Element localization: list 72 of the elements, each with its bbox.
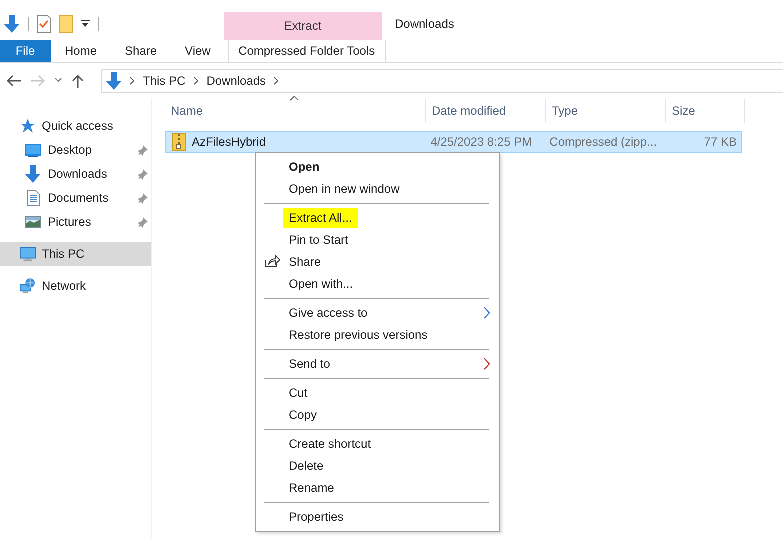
navigation-label: This PC bbox=[42, 247, 85, 261]
window-title: Downloads bbox=[394, 17, 454, 31]
share-icon bbox=[265, 255, 280, 268]
navigation-label: Desktop bbox=[48, 143, 92, 157]
menu-item[interactable]: Give access to bbox=[256, 302, 499, 324]
dropdown-icon[interactable] bbox=[81, 20, 90, 28]
navigation-label: Documents bbox=[48, 191, 109, 205]
menu-item[interactable]: Open bbox=[256, 156, 499, 178]
file-menu-tab[interactable]: File bbox=[0, 40, 51, 62]
pin-icon bbox=[138, 193, 148, 204]
down-arrow-icon bbox=[4, 15, 20, 33]
file-name: AzFilesHybrid bbox=[192, 135, 266, 149]
computer-icon bbox=[20, 246, 36, 262]
navigation-item[interactable]: Documents bbox=[0, 186, 151, 210]
navigation-label: Quick access bbox=[42, 119, 114, 133]
menu-item[interactable]: Pin to Start bbox=[256, 229, 499, 251]
picture-icon bbox=[25, 216, 41, 228]
desktop-icon bbox=[25, 144, 41, 156]
sort-ascending-icon bbox=[290, 96, 299, 101]
navigation-item[interactable]: Quick access bbox=[0, 114, 151, 138]
menu-item[interactable]: Open with... bbox=[256, 273, 499, 295]
contextual-tab-group: Extract bbox=[224, 12, 382, 40]
breadcrumb-item[interactable]: This PC bbox=[143, 74, 186, 88]
ribbon-tab[interactable]: View bbox=[171, 40, 225, 62]
star-icon bbox=[21, 119, 35, 133]
navigation-item[interactable]: This PC bbox=[0, 242, 151, 266]
breadcrumb-item[interactable]: Downloads bbox=[206, 74, 266, 88]
menu-item[interactable]: Copy bbox=[256, 404, 499, 426]
menu-item[interactable]: Send to bbox=[256, 353, 499, 375]
navigation-item[interactable]: Downloads bbox=[0, 162, 151, 186]
type-cell-text: Compressed (zipp... bbox=[548, 134, 658, 151]
column-header[interactable]: Name bbox=[165, 99, 426, 123]
recent-dropdown-icon[interactable] bbox=[55, 78, 62, 83]
menu-item[interactable]: Open in new window bbox=[256, 178, 499, 200]
down-arrow-icon bbox=[106, 72, 122, 90]
column-header[interactable]: Size bbox=[666, 99, 745, 123]
ribbon-tab[interactable]: Home bbox=[51, 40, 112, 62]
pin-icon bbox=[138, 217, 148, 228]
download-arrow-icon bbox=[25, 165, 41, 183]
navigation-item[interactable]: Desktop bbox=[0, 138, 151, 162]
navigation-item[interactable]: Network bbox=[0, 274, 151, 298]
zip-folder-icon bbox=[172, 133, 186, 151]
document-icon bbox=[26, 190, 40, 206]
menu-item[interactable]: Share bbox=[256, 251, 499, 273]
navigation-label: Downloads bbox=[48, 167, 108, 181]
date-modified-cell-text: 4/25/2023 8:25 PM bbox=[430, 134, 534, 151]
menu-item[interactable]: Delete bbox=[256, 455, 499, 477]
checklist-icon bbox=[37, 15, 51, 33]
back-arrow-icon[interactable] bbox=[7, 74, 21, 86]
navigation-item[interactable]: Pictures bbox=[0, 210, 151, 234]
folder-icon bbox=[59, 15, 73, 33]
network-icon bbox=[20, 278, 36, 294]
pin-icon bbox=[138, 145, 148, 156]
pin-icon bbox=[138, 169, 148, 180]
column-header[interactable]: Type bbox=[546, 99, 666, 123]
menu-item[interactable]: Restore previous versions bbox=[256, 324, 499, 346]
menu-item[interactable]: Rename bbox=[256, 477, 499, 499]
menu-item[interactable]: Extract All... bbox=[256, 207, 499, 229]
chevron-icon bbox=[274, 76, 280, 84]
up-arrow-icon[interactable] bbox=[72, 74, 84, 88]
address-bar[interactable]: This PC Downloads bbox=[101, 68, 783, 92]
navigation-label: Network bbox=[42, 279, 86, 293]
size-cell-text: 77 KB bbox=[703, 134, 738, 151]
chevron-icon bbox=[130, 76, 135, 84]
file-row[interactable]: AzFilesHybrid 4/25/2023 8:25 PM Compressed (zipp... 77 KB bbox=[165, 131, 742, 153]
chevron-icon bbox=[194, 76, 199, 84]
menu-item[interactable]: Cut bbox=[256, 382, 499, 404]
menu-item[interactable]: Properties bbox=[256, 506, 499, 528]
column-header[interactable]: Date modified bbox=[426, 99, 546, 123]
navigation-label: Pictures bbox=[48, 215, 92, 229]
menu-item[interactable]: Create shortcut bbox=[256, 433, 499, 455]
ribbon-tab[interactable]: Share bbox=[111, 40, 172, 62]
